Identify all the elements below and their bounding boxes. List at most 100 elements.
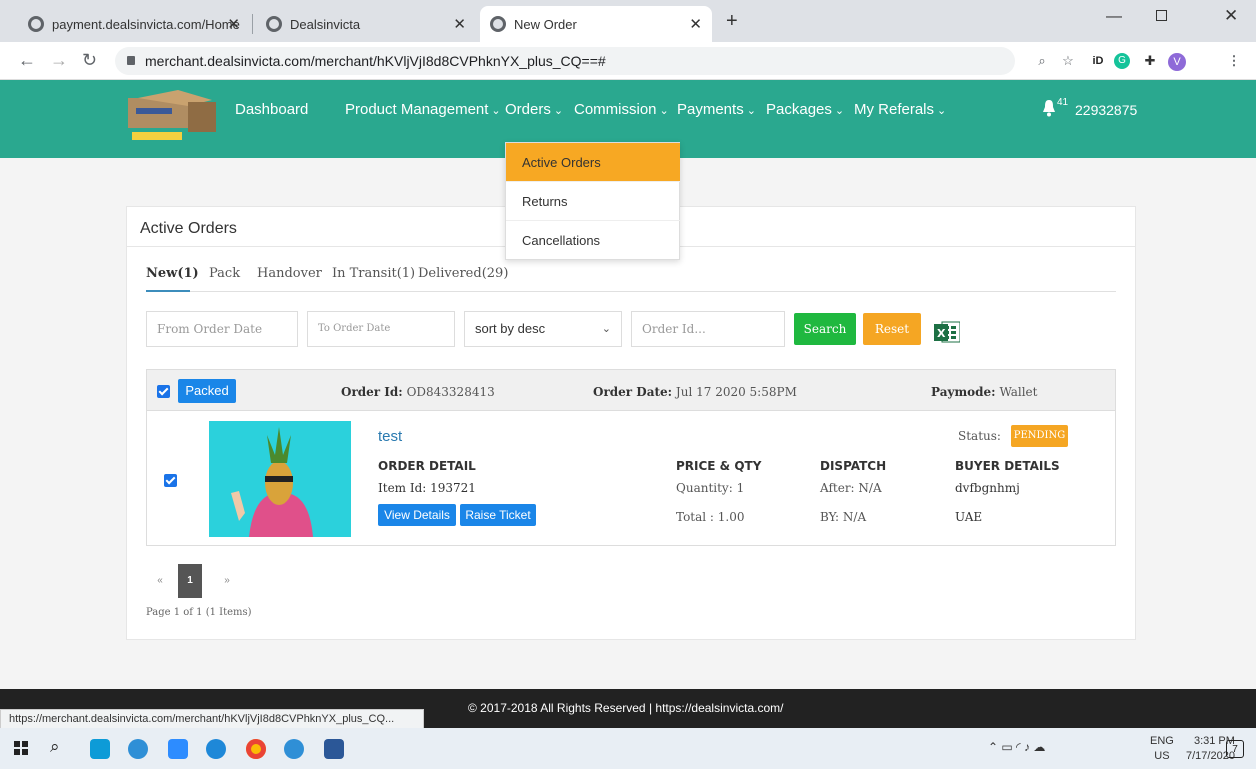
tab-delivered[interactable]: Delivered(29) <box>418 266 508 281</box>
globe-icon <box>266 16 282 32</box>
zoom-app-icon[interactable] <box>168 739 188 759</box>
quantity: Quantity: 1 <box>676 481 745 495</box>
tab-in-transit[interactable]: In Transit(1) <box>332 266 415 281</box>
grammarly-icon[interactable]: G <box>1114 53 1130 69</box>
system-tray[interactable]: ⌃ ▭ ◜ ♪ ☁ <box>988 740 1045 754</box>
windows-start-icon[interactable] <box>14 741 28 755</box>
packed-button[interactable]: Packed <box>178 379 236 403</box>
product-image <box>209 421 351 537</box>
view-details-button[interactable]: View Details <box>378 504 456 526</box>
notification-center-icon[interactable]: 7 <box>1226 740 1244 758</box>
buyer-name: dvfbgnhmj <box>955 481 1020 495</box>
skype-icon[interactable] <box>284 739 304 759</box>
url-bar[interactable]: merchant.dealsinvicta.com/merchant/hKVlj… <box>115 47 1015 75</box>
extension-id-icon[interactable]: iD <box>1088 51 1108 71</box>
search-icon[interactable]: ⌕ <box>50 737 60 757</box>
reset-button[interactable]: Reset <box>863 313 921 345</box>
tab-new[interactable]: New(1) <box>146 266 199 281</box>
nav-commission[interactable]: Commission ⌄ <box>574 101 669 118</box>
active-tab-indicator <box>146 290 190 292</box>
paymode: Paymode: Wallet <box>931 385 1038 399</box>
order-checkbox[interactable] <box>164 474 177 487</box>
skype-icon[interactable] <box>128 739 148 759</box>
chrome-icon[interactable] <box>246 739 266 759</box>
globe-icon <box>490 16 506 32</box>
reload-icon[interactable]: ↻ <box>82 50 97 71</box>
card-title: Active Orders <box>140 220 237 237</box>
copyright-text: © 2017-2018 All Rights Reserved | https:… <box>468 701 784 715</box>
word-icon[interactable] <box>324 739 344 759</box>
profile-avatar[interactable]: V <box>1168 53 1186 71</box>
chevron-down-icon: ⌄ <box>553 105 564 117</box>
pagination-current[interactable]: 1 <box>178 564 202 598</box>
minimize-icon[interactable]: — <box>1106 8 1122 26</box>
tabs-underline <box>146 291 1116 292</box>
item-id: Item Id: 193721 <box>378 481 476 495</box>
chevron-down-icon: ⌄ <box>834 105 845 117</box>
chevron-down-icon: ⌄ <box>601 323 611 335</box>
bookmark-star-icon[interactable]: ☆ <box>1058 51 1078 71</box>
windows-taskbar <box>0 728 1256 769</box>
back-icon[interactable]: ← <box>18 50 36 71</box>
edge-icon[interactable] <box>206 739 226 759</box>
orders-dropdown-menu: Active Orders Returns Cancellations <box>505 142 680 260</box>
menu-item-cancellations[interactable]: Cancellations <box>506 221 680 260</box>
browser-menu-icon[interactable]: ⋮ <box>1224 51 1244 71</box>
extensions-puzzle-icon[interactable]: ✚ <box>1140 51 1160 71</box>
nav-orders[interactable]: Orders ⌄ <box>505 101 563 118</box>
dispatch-label: DISPATCH <box>820 459 887 473</box>
close-window-icon[interactable]: ✕ <box>1224 6 1238 26</box>
svg-text:X: X <box>937 327 946 340</box>
maximize-icon[interactable] <box>1156 10 1167 21</box>
product-name-link[interactable]: test <box>378 428 402 445</box>
tab-pack[interactable]: Pack <box>209 266 240 281</box>
user-id[interactable]: 22932875 <box>1075 102 1137 118</box>
status-label: Status: <box>958 429 1001 443</box>
from-order-date-input[interactable]: From Order Date <box>146 311 298 347</box>
bell-icon[interactable] <box>1042 99 1056 117</box>
pagination-prev[interactable]: « <box>148 564 172 598</box>
menu-item-returns[interactable]: Returns <box>506 182 680 221</box>
nav-my-referals[interactable]: My Referals ⌄ <box>854 101 946 118</box>
lock-icon <box>127 56 135 65</box>
close-tab-icon[interactable]: ✕ <box>689 15 702 33</box>
browser-status-url: https://merchant.dealsinvicta.com/mercha… <box>0 709 424 730</box>
to-order-date-input[interactable]: To Order Date <box>307 311 455 347</box>
nav-dashboard[interactable]: Dashboard <box>235 101 308 118</box>
tab-divider <box>252 14 253 34</box>
order-date: Order Date: Jul 17 2020 5:58PM <box>593 385 797 399</box>
select-all-checkbox[interactable] <box>157 385 170 398</box>
browser-tab[interactable]: payment.dealsinvicta.com/Home ✕ <box>18 6 250 42</box>
total: Total : 1.00 <box>676 510 745 524</box>
menu-item-active-orders[interactable]: Active Orders <box>506 143 680 182</box>
sort-value: sort by desc <box>475 321 546 336</box>
browser-tab[interactable]: Dealsinvicta ✕ <box>256 6 476 42</box>
close-tab-icon[interactable]: ✕ <box>453 15 466 33</box>
new-tab-icon[interactable]: + <box>726 10 738 33</box>
language-indicator[interactable]: ENG US <box>1150 734 1174 764</box>
raise-ticket-button[interactable]: Raise Ticket <box>460 504 536 526</box>
order-id-input[interactable]: Order Id... <box>631 311 785 347</box>
nav-packages[interactable]: Packages ⌄ <box>766 101 844 118</box>
pagination-next[interactable]: » <box>215 564 239 598</box>
dealsinvicta-logo[interactable] <box>128 88 220 144</box>
nav-payments[interactable]: Payments ⌄ <box>677 101 756 118</box>
chevron-down-icon: ⌄ <box>491 105 501 117</box>
chevron-down-icon: ⌄ <box>746 105 756 117</box>
pagination-info: Page 1 of 1 (1 Items) <box>146 607 252 618</box>
nav-product-management[interactable]: Product Management ⌄ <box>345 101 501 118</box>
dispatch-by: BY: N/A <box>820 510 867 524</box>
order-detail-label: ORDER DETAIL <box>378 459 476 473</box>
status-badge: PENDING <box>1011 425 1068 447</box>
sort-select[interactable]: sort by desc ⌄ <box>464 311 622 347</box>
tab-handover[interactable]: Handover <box>257 266 322 281</box>
browser-tab-active[interactable]: New Order ✕ <box>480 6 712 42</box>
taskbar-app-icon[interactable] <box>90 739 110 759</box>
forward-icon[interactable]: → <box>50 50 68 71</box>
search-button[interactable]: Search <box>794 313 856 345</box>
price-qty-label: PRICE & QTY <box>676 459 762 473</box>
globe-icon <box>28 16 44 32</box>
excel-export-icon[interactable]: X <box>934 320 960 344</box>
close-tab-icon[interactable]: ✕ <box>227 15 240 33</box>
zoom-icon[interactable]: ⌕ <box>1032 51 1052 71</box>
